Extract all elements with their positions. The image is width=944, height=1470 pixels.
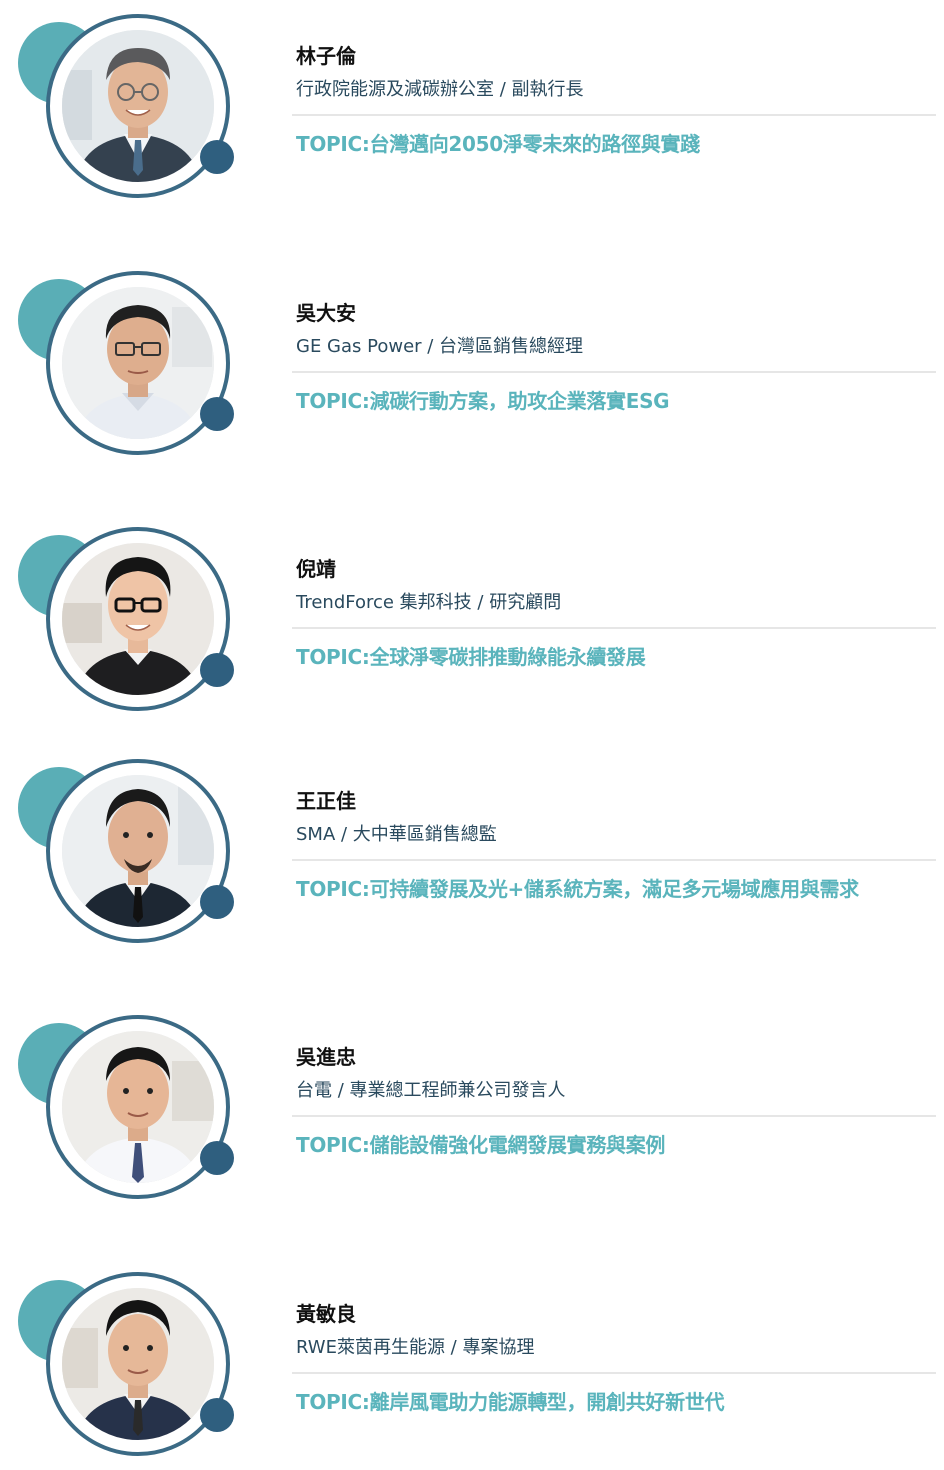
speaker-avatar <box>18 1013 238 1205</box>
speaker-title: SMA / 大中華區銷售總監 <box>296 824 497 845</box>
speaker-name: 吳進忠 <box>296 1045 356 1069</box>
divider <box>292 859 936 861</box>
speaker-avatar <box>18 757 238 949</box>
speaker-name: 林子倫 <box>296 44 356 68</box>
speaker-card: 王正佳 SMA / 大中華區銷售總監 TOPIC:可持續發展及光+儲系統方案，滿… <box>0 745 944 945</box>
speaker-topic: TOPIC:台灣邁向2050淨零未來的路徑與實踐 <box>296 132 700 156</box>
speaker-name: 吳大安 <box>296 301 356 325</box>
speaker-title: 行政院能源及減碳辦公室 / 副執行長 <box>296 79 584 100</box>
speaker-photo <box>62 1288 214 1440</box>
speaker-card: 黃敏良 RWE萊茵再生能源 / 專案協理 TOPIC:離岸風電助力能源轉型，開創… <box>0 1258 944 1458</box>
decorative-dot <box>200 885 234 919</box>
speaker-title: RWE萊茵再生能源 / 專案協理 <box>296 1337 535 1358</box>
speaker-name: 黃敏良 <box>296 1302 356 1326</box>
divider <box>292 1372 936 1374</box>
decorative-dot <box>200 1141 234 1175</box>
decorative-dot <box>200 653 234 687</box>
speaker-topic: TOPIC:可持續發展及光+儲系統方案，滿足多元場域應用與需求 <box>296 877 859 901</box>
speaker-topic: TOPIC:減碳行動方案，助攻企業落實ESG <box>296 389 670 413</box>
decorative-dot <box>200 140 234 174</box>
decorative-dot <box>200 397 234 431</box>
speaker-photo <box>62 543 214 695</box>
speaker-photo <box>62 775 214 927</box>
speaker-card: 吳進忠 台電 / 專業總工程師兼公司發言人 TOPIC:儲能設備強化電網發展實務… <box>0 1001 944 1201</box>
speaker-card: 林子倫 行政院能源及減碳辦公室 / 副執行長 TOPIC:台灣邁向2050淨零未… <box>0 0 944 200</box>
divider <box>292 1115 936 1117</box>
divider <box>292 371 936 373</box>
divider <box>292 114 936 116</box>
speaker-avatar <box>18 525 238 717</box>
speaker-avatar <box>18 269 238 461</box>
speaker-avatar <box>18 12 238 204</box>
speaker-photo <box>62 287 214 439</box>
speaker-topic: TOPIC:全球淨零碳排推動綠能永續發展 <box>296 645 646 669</box>
speaker-title: GE Gas Power / 台灣區銷售總經理 <box>296 336 584 357</box>
speaker-photo <box>62 1031 214 1183</box>
speaker-avatar <box>18 1270 238 1462</box>
speaker-title: 台電 / 專業總工程師兼公司發言人 <box>296 1080 566 1101</box>
speaker-name: 倪靖 <box>296 557 336 581</box>
divider <box>292 627 936 629</box>
speaker-name: 王正佳 <box>296 789 356 813</box>
speaker-card: 吳大安 GE Gas Power / 台灣區銷售總經理 TOPIC:減碳行動方案… <box>0 257 944 457</box>
speaker-photo <box>62 30 214 182</box>
speaker-topic: TOPIC:儲能設備強化電網發展實務與案例 <box>296 1133 666 1157</box>
speaker-card: 倪靖 TrendForce 集邦科技 / 研究顧問 TOPIC:全球淨零碳排推動… <box>0 513 944 713</box>
speaker-topic: TOPIC:離岸風電助力能源轉型，開創共好新世代 <box>296 1390 725 1414</box>
speaker-title: TrendForce 集邦科技 / 研究顧問 <box>296 592 562 613</box>
decorative-dot <box>200 1398 234 1432</box>
